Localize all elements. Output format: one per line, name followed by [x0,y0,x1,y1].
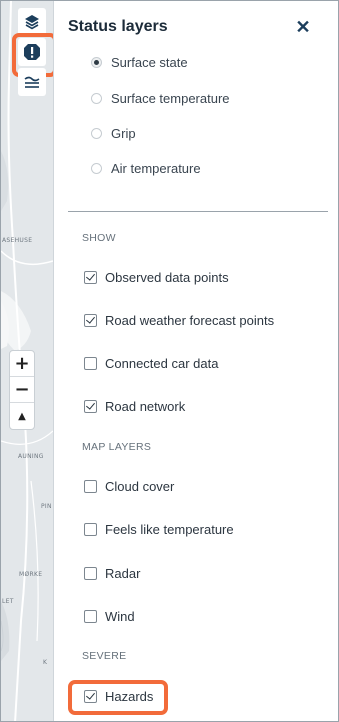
checkbox[interactable] [84,479,97,493]
radio-label: Grip [111,125,136,141]
checkbox-label: Hazards [105,688,154,704]
waves-icon [24,76,40,88]
checkbox-connected-car-data[interactable]: Connected car data [84,353,218,373]
map-label: LET [2,598,14,605]
checkbox-label: Cloud cover [105,478,175,494]
map-label: K [43,659,48,666]
close-button[interactable]: ✕ [293,15,313,39]
compass-icon: ▲ [18,410,26,422]
radio-button[interactable] [91,127,102,139]
radio-label: Surface state [111,54,188,70]
map-view[interactable]: ASEHUSE AUNING PIN MØRKE LET K + − ▲ [1,1,53,721]
checkbox-label: Road network [105,398,186,414]
status-layers-button[interactable] [12,33,53,77]
zoom-control: + − ▲ [9,350,35,430]
checkbox[interactable] [84,270,97,284]
checkbox-cloud-cover[interactable]: Cloud cover [84,476,174,496]
panel-title: Status layers [68,18,168,35]
checkbox-observed-data-points[interactable]: Observed data points [84,267,229,287]
checkbox-radar[interactable]: Radar [84,563,140,583]
status-layers-panel: Status layers ✕ Surface state Surface te… [53,1,338,721]
checkbox[interactable] [84,522,97,536]
map-label: AUNING [18,453,44,460]
checkbox[interactable] [84,566,97,580]
checkbox[interactable] [84,356,97,370]
map-label: MØRKE [19,571,43,578]
checkbox-label: Radar [105,565,141,581]
checkbox[interactable] [84,313,97,327]
checkbox-wind[interactable]: Wind [84,606,135,626]
radio-button[interactable] [91,162,102,174]
divider [68,211,328,212]
checkbox-road-network[interactable]: Road network [84,396,185,416]
radio-button[interactable] [91,56,102,68]
app-frame: ASEHUSE AUNING PIN MØRKE LET K + − ▲ Sta… [0,0,339,722]
checkbox-feels-like-temperature[interactable]: Feels like temperature [84,519,234,539]
radio-air-temperature[interactable]: Air temperature [91,158,201,178]
zoom-out-button[interactable]: − [10,377,34,403]
checkbox-road-weather-forecast-points[interactable]: Road weather forecast points [84,310,274,330]
checkbox[interactable] [84,689,97,703]
checkbox-label: Road weather forecast points [105,312,275,328]
layers-button[interactable] [18,8,46,36]
section-heading-map-layers: MAP LAYERS [82,441,152,453]
checkbox[interactable] [84,399,97,413]
weather-layers-button[interactable] [18,68,46,96]
radio-grip[interactable]: Grip [91,123,136,143]
section-heading-show: SHOW [82,232,116,244]
radio-button[interactable] [91,92,102,104]
map-label: PIN [41,503,52,510]
section-heading-severe: SEVERE [82,650,127,662]
radio-surface-temperature[interactable]: Surface temperature [91,88,230,108]
zoom-in-button[interactable]: + [10,351,34,377]
checkbox-label: Wind [105,608,135,624]
checkbox-label: Connected car data [105,355,219,371]
zoom-out-icon: − [14,379,30,400]
radio-label: Air temperature [111,160,201,176]
zoom-in-icon: + [14,353,30,374]
checkbox[interactable] [84,609,97,623]
warning-hexagon-icon [24,44,40,60]
map-toolbar [12,8,53,96]
reset-north-button[interactable]: ▲ [10,403,34,429]
map-label: ASEHUSE [2,237,33,244]
radio-surface-state[interactable]: Surface state [91,52,188,72]
layers-icon [25,15,39,30]
checkbox-label: Observed data points [105,269,229,285]
checkbox-hazards[interactable]: Hazards [84,686,153,706]
checkbox-label: Feels like temperature [105,521,234,537]
radio-label: Surface temperature [111,90,230,106]
close-icon: ✕ [295,17,311,37]
